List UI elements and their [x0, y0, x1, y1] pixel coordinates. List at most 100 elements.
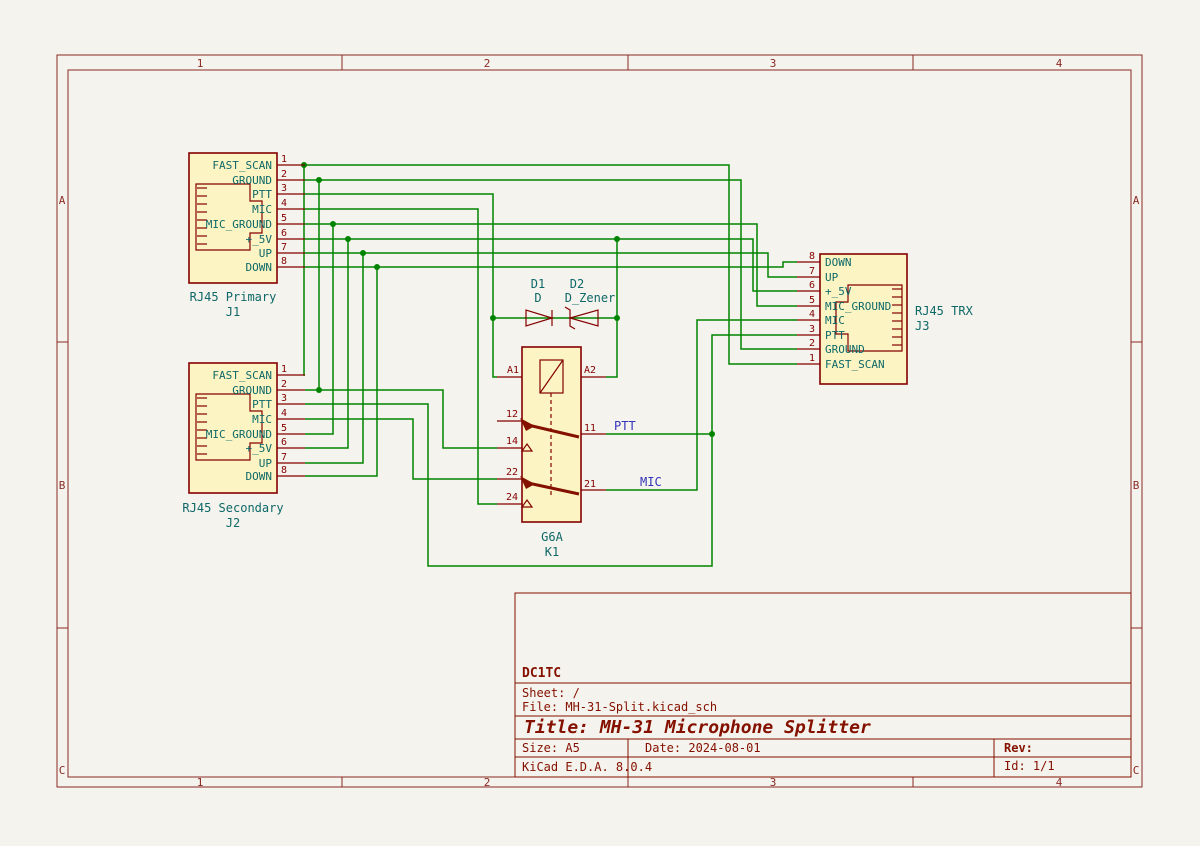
k1-pin-22: 22 [506, 467, 518, 478]
j1-pin-number: 6 [281, 228, 287, 239]
connector-j2[interactable]: 1 2 3 4 5 6 7 8 FAST_SCAN GROUND PTT MIC… [182, 363, 305, 530]
schematic-sheet: 1 2 3 4 1 2 3 4 A B C A B C [0, 0, 1200, 846]
j2-pin-number: 5 [281, 423, 287, 434]
j3-value-label: RJ45 TRX [915, 304, 974, 318]
connector-j3[interactable]: 8 7 6 5 4 3 2 1 DOWN UP +_5V MIC_GROUND … [797, 251, 974, 384]
diode-d2[interactable]: D2 D_Zener [565, 277, 616, 329]
k1-pin-11: 11 [584, 423, 596, 434]
grid-col-3-bottom: 3 [770, 776, 777, 789]
k1-pin-24: 24 [506, 492, 518, 503]
j1-pin-name: +_5V [246, 233, 273, 246]
j1-pin-number: 4 [281, 198, 287, 209]
d2-ref-label: D2 [570, 277, 584, 291]
wire-5v-j2[interactable] [305, 239, 348, 448]
title-field: Title: MH-31 Microphone Splitter [524, 717, 871, 738]
d1-value-label: D [534, 291, 541, 305]
j2-pin-name: PTT [252, 398, 272, 411]
j2-pin-number: 6 [281, 437, 287, 448]
j3-pin-number: 6 [809, 280, 815, 291]
grid-col-4-bottom: 4 [1056, 776, 1063, 789]
j1-pin-name: PTT [252, 188, 272, 201]
grid-col-2-bottom: 2 [484, 776, 491, 789]
wire-5v-coil[interactable] [606, 239, 617, 377]
j2-pin-number: 2 [281, 379, 287, 390]
j1-pin-name: MIC_GROUND [206, 218, 272, 231]
d2-value-label: D_Zener [565, 291, 616, 305]
wire-up-j2[interactable] [305, 253, 363, 463]
j3-pin-name: MIC_GROUND [825, 300, 891, 313]
j1-pin-number: 7 [281, 242, 287, 253]
tool-version-field: KiCad E.D.A. 8.0.4 [522, 760, 652, 774]
sheet-id-field: Id: 1/1 [1004, 759, 1055, 773]
j2-ref-label: J2 [226, 516, 240, 530]
j2-pin-name: FAST_SCAN [212, 369, 272, 382]
j1-pin-name: FAST_SCAN [212, 159, 272, 172]
rev-field: Rev: [1004, 741, 1033, 755]
j1-pin-number: 2 [281, 169, 287, 180]
j2-pin-name: MIC [252, 413, 272, 426]
j1-ref-label: J1 [226, 305, 240, 319]
j1-pin-number: 1 [281, 154, 287, 165]
j3-pin-number: 1 [809, 353, 815, 364]
wire-mic-j2[interactable] [305, 419, 497, 479]
j3-pin-name: +_5V [825, 285, 852, 298]
j2-pin-name: DOWN [246, 470, 273, 483]
connector-j1[interactable]: 1 2 3 4 5 6 7 8 FAST_SCAN GROUND PTT MIC… [189, 153, 305, 319]
relay-k1[interactable]: A1 A2 12 14 22 24 11 21 G6A K1 [497, 347, 606, 559]
j2-pin-name: GROUND [232, 384, 272, 397]
k1-pin-21: 21 [584, 479, 596, 490]
j1-pin-number: 3 [281, 183, 287, 194]
j3-pin-name: MIC [825, 314, 845, 327]
k1-pin-a1: A1 [507, 365, 519, 376]
j3-pin-name: PTT [825, 329, 845, 342]
grid-row-b-right: B [1133, 479, 1140, 492]
j3-pin-number: 2 [809, 338, 815, 349]
sheet-field: Sheet: / [522, 686, 580, 700]
schematic-canvas[interactable]: 1 2 3 4 1 2 3 4 A B C A B C [0, 0, 1200, 846]
j2-pin-number: 4 [281, 408, 287, 419]
j3-pin-number: 3 [809, 324, 815, 335]
grid-row-b-left: B [59, 479, 66, 492]
j1-pin-name: UP [259, 247, 273, 260]
grid-col-2-top: 2 [484, 57, 491, 70]
j3-pin-number: 7 [809, 266, 815, 277]
wire-mic-out[interactable] [606, 320, 797, 490]
grid-row-c-left: C [59, 764, 66, 777]
wire-fast-scan-j2[interactable] [304, 165, 305, 375]
k1-value-label: G6A [541, 530, 563, 544]
size-field: Size: A5 [522, 741, 580, 755]
grid-col-1-top: 1 [197, 57, 204, 70]
j1-pin-number: 5 [281, 213, 287, 224]
j3-pin-number: 8 [809, 251, 815, 262]
net-label-mic[interactable]: MIC [640, 475, 662, 489]
j3-ref-label: J3 [915, 319, 929, 333]
wire-ground[interactable] [305, 180, 797, 349]
j2-pin-name: MIC_GROUND [206, 428, 272, 441]
j1-pin-name: GROUND [232, 174, 272, 187]
wire-down-j2[interactable] [305, 267, 377, 476]
j2-pin-number: 3 [281, 393, 287, 404]
j1-pin-name: MIC [252, 203, 272, 216]
date-field: Date: 2024-08-01 [645, 741, 761, 755]
j1-pin-number: 8 [281, 256, 287, 267]
d1-ref-label: D1 [531, 277, 545, 291]
wire-fast-scan[interactable] [305, 165, 797, 364]
j3-pin-number: 4 [809, 309, 815, 320]
company-name: DC1TC [522, 666, 561, 681]
j1-pin-name: DOWN [246, 261, 273, 274]
j1-value-label: RJ45 Primary [190, 290, 277, 304]
k1-pin-14: 14 [506, 436, 518, 447]
j3-pin-name: UP [825, 271, 839, 284]
k1-pin-12: 12 [506, 409, 518, 420]
grid-col-4-top: 4 [1056, 57, 1063, 70]
net-label-ptt[interactable]: PTT [614, 419, 636, 433]
j2-pin-name: +_5V [246, 442, 273, 455]
grid-row-c-right: C [1133, 764, 1140, 777]
k1-pin-a2: A2 [584, 365, 596, 376]
j3-pin-name: FAST_SCAN [825, 358, 885, 371]
title-block: DC1TC Sheet: / File: MH-31-Split.kicad_s… [515, 593, 1131, 777]
j2-pin-number: 8 [281, 465, 287, 476]
j3-pin-name: DOWN [825, 256, 852, 269]
file-field: File: MH-31-Split.kicad_sch [522, 700, 717, 714]
grid-col-3-top: 3 [770, 57, 777, 70]
